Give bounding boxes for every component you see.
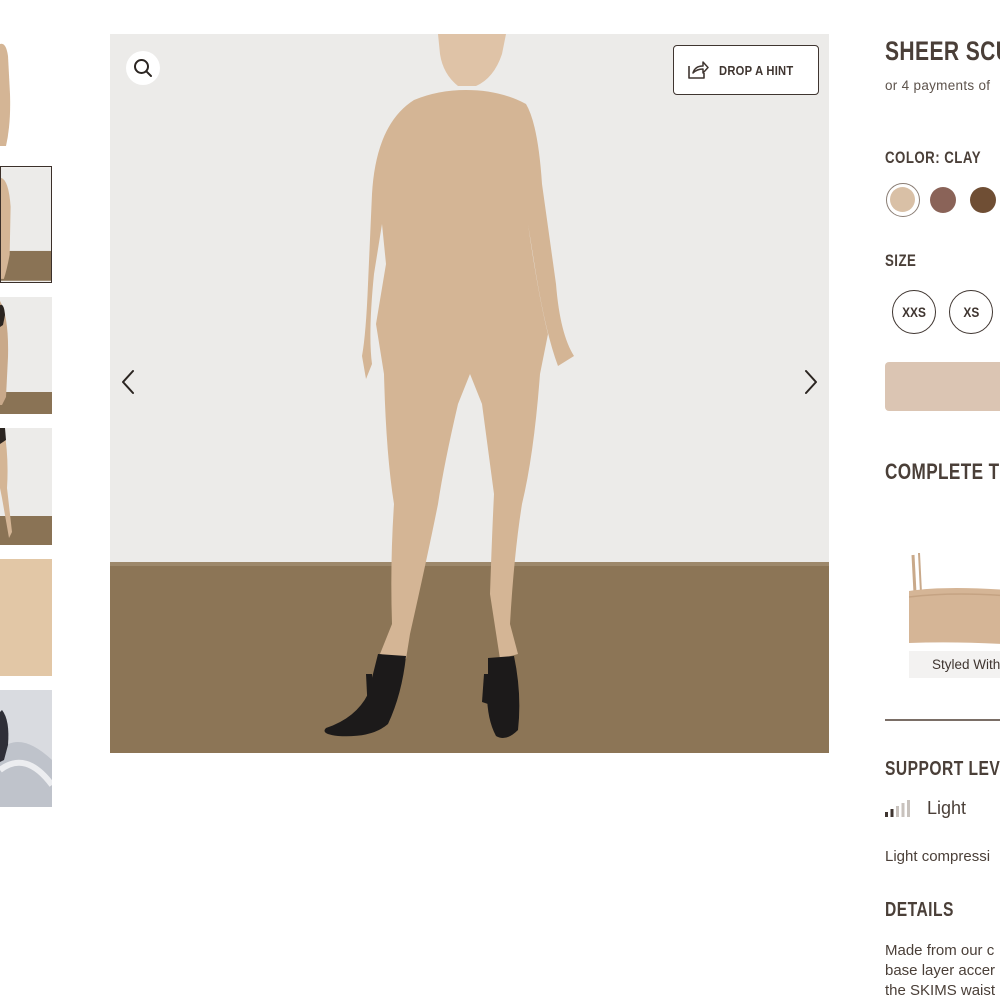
zoom-button[interactable]: [126, 51, 160, 85]
support-level-bars-icon: [885, 800, 910, 817]
previous-image-arrow[interactable]: [113, 367, 143, 397]
complete-the-look-heading: COMPLETE TH: [885, 459, 1000, 484]
add-to-bag-button[interactable]: [885, 362, 1000, 411]
chevron-right-icon: [805, 370, 817, 394]
support-level-row: Light: [885, 797, 966, 819]
support-level-heading: SUPPORT LEV: [885, 758, 1000, 780]
size-option-xs-label: XS: [963, 304, 979, 320]
size-option-xxs-label: XXS: [902, 304, 926, 320]
details-heading: DETAILS: [885, 899, 954, 921]
thumbnail-6[interactable]: [0, 690, 52, 807]
thumbnail-5-image: [0, 559, 52, 676]
product-title: SHEER SCU: [885, 36, 1000, 66]
support-description: Light compressi: [885, 848, 991, 865]
thumbnail-4-image: [0, 428, 52, 545]
swatch-second[interactable]: [930, 187, 956, 213]
size-label: SIZE: [885, 251, 917, 270]
support-level-value: Light: [927, 797, 967, 818]
drop-a-hint-label: DROP A HINT: [718, 62, 794, 78]
details-line: base layer accer: [885, 962, 996, 979]
swatch-clay[interactable]: [886, 183, 920, 217]
details-line: the SKIMS waist: [885, 982, 996, 999]
styled-with-card[interactable]: Styled With: [909, 545, 1000, 678]
color-label: COLOR: CLAY: [885, 148, 982, 167]
styled-with-caption: Styled With: [909, 651, 1000, 678]
section-divider: [885, 719, 1000, 721]
product-image-viewer: DROP A HINT: [110, 34, 829, 753]
thumbnail-4[interactable]: [0, 428, 52, 545]
thumbnail-5[interactable]: [0, 559, 52, 676]
chevron-left-icon: [122, 370, 134, 394]
payments-note: or 4 payments of: [885, 78, 991, 93]
size-option-xs[interactable]: XS: [949, 290, 993, 334]
size-option-xxs[interactable]: XXS: [892, 290, 936, 334]
drop-a-hint-button[interactable]: DROP A HINT: [673, 45, 819, 95]
share-icon: [687, 61, 709, 79]
thumbnail-1-image: [0, 43, 11, 146]
thumbnail-6-image: [0, 690, 52, 807]
details-line: Made from our c: [885, 942, 995, 959]
thumbnail-3[interactable]: [0, 297, 52, 414]
product-info-panel: SHEER SCU or 4 payments of COLOR: CLAY S…: [885, 0, 1000, 1000]
thumbnail-3-image: [0, 297, 52, 414]
next-image-arrow[interactable]: [796, 367, 826, 397]
swatch-clay-color: [890, 187, 915, 212]
thumbnail-1[interactable]: [0, 34, 52, 151]
thumbnail-2[interactable]: [0, 166, 52, 283]
product-photo: [110, 34, 829, 753]
swatch-third[interactable]: [970, 187, 996, 213]
details-text: Made from our c base layer accer the SKI…: [885, 941, 1000, 1000]
magnifier-icon: [134, 59, 152, 77]
thumbnail-2-image: [1, 168, 51, 281]
